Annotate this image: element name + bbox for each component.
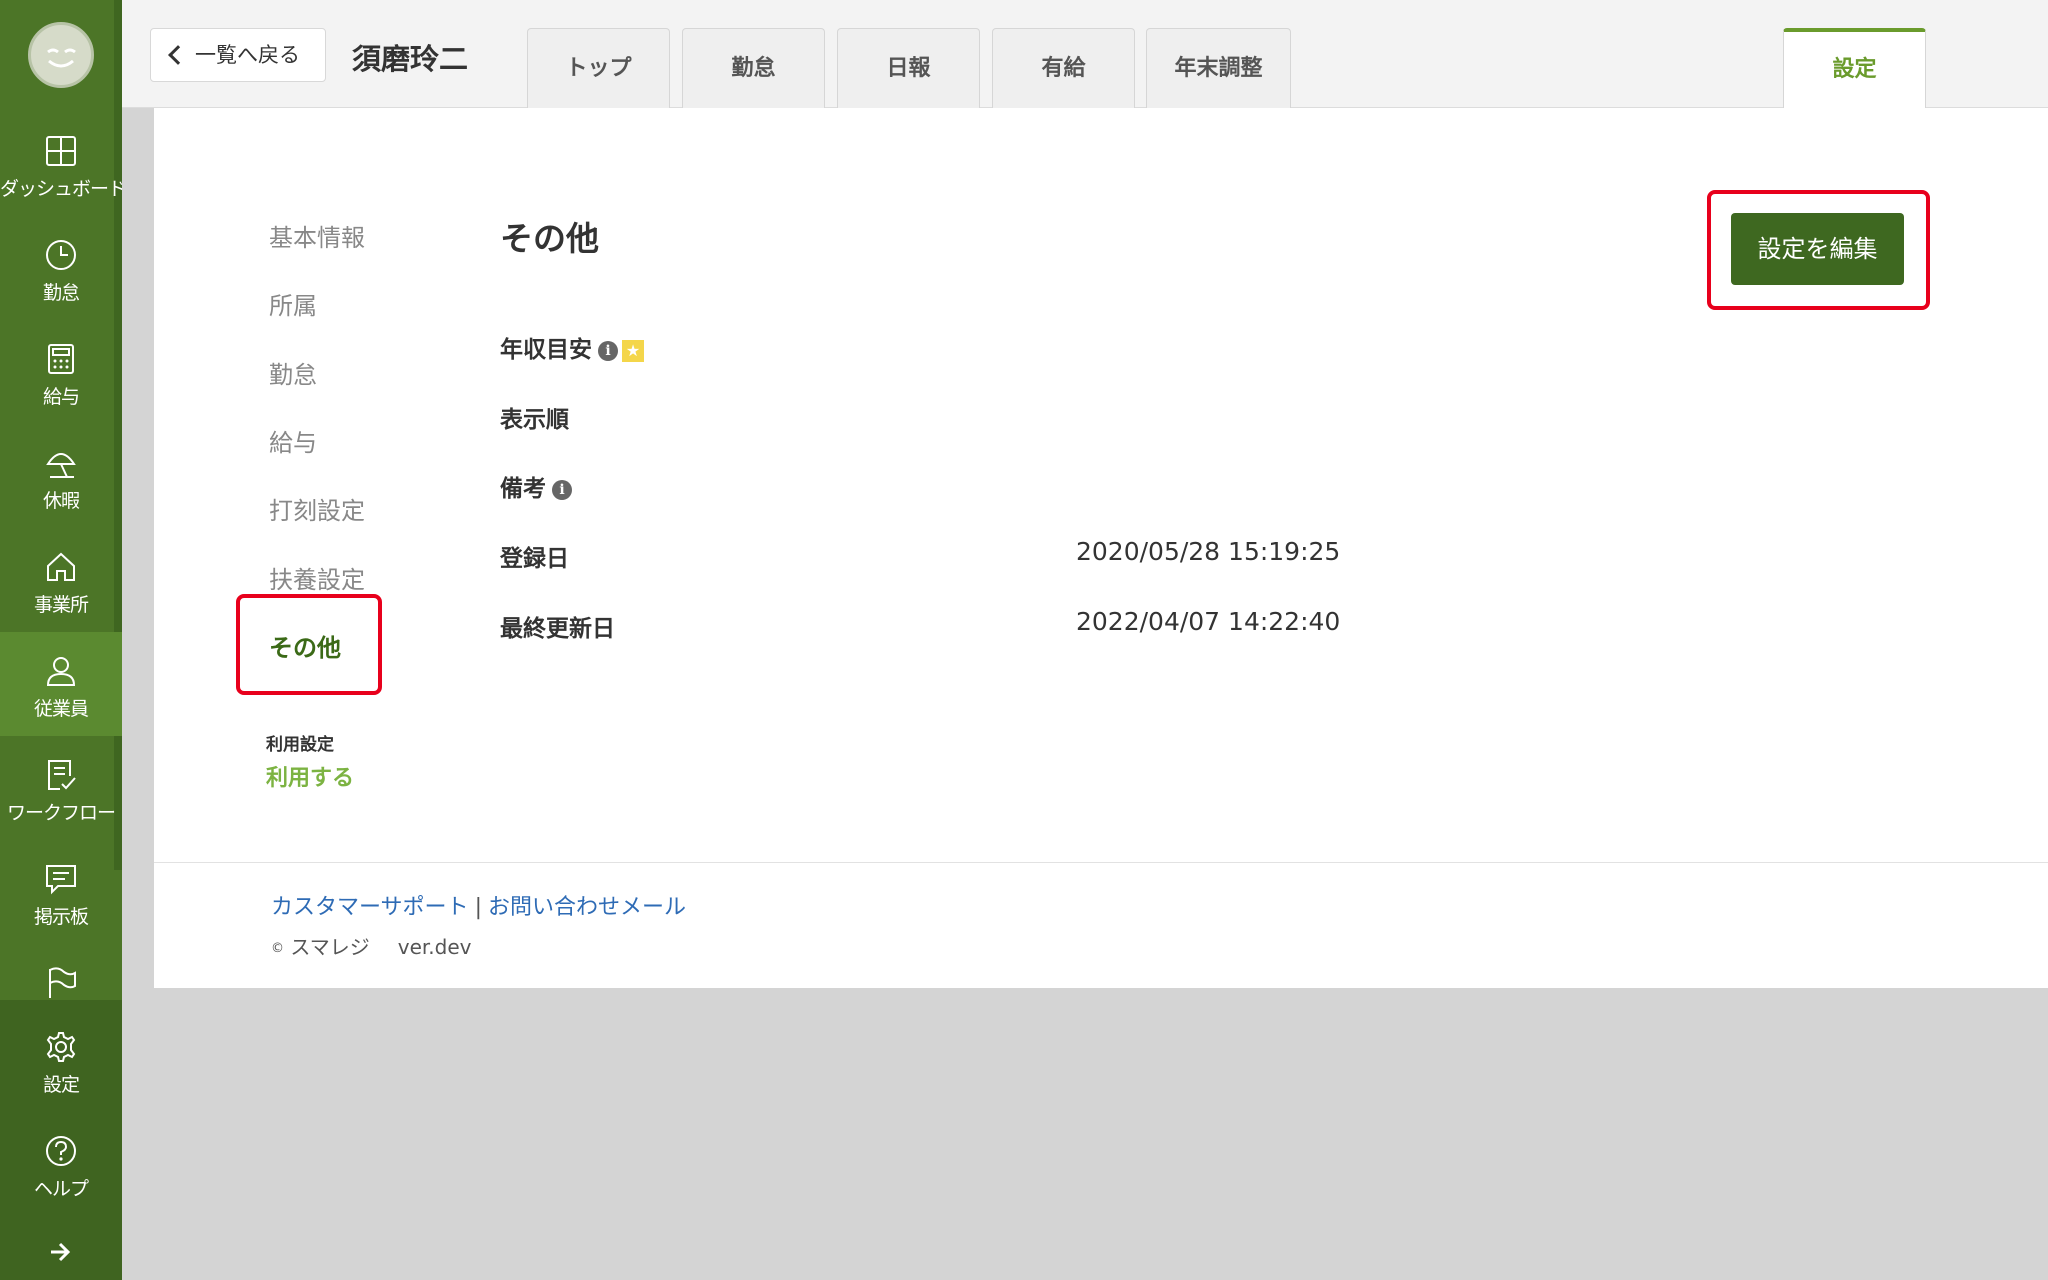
- arrow-right-icon: [51, 1242, 71, 1262]
- home-icon: [47, 552, 75, 581]
- person-icon: [46, 657, 76, 686]
- sidebar-item-label: ダッシュボード: [0, 178, 127, 200]
- version-label: ver.dev: [397, 935, 472, 959]
- sidebar: ダッシュボード 勤怠 給与 休暇 事業所 従業員 ワークフロー 掲示板 設定 ヘ…: [0, 0, 127, 1280]
- sidebar-item-employees[interactable]: 従業員: [0, 632, 122, 736]
- sidebar-item-label: ヘルプ: [33, 1178, 89, 1200]
- copyright: © スマレジ ver.dev: [271, 931, 472, 960]
- subnav-item-attendance[interactable]: 勤怠: [269, 355, 317, 390]
- subnav-item-stamp-settings[interactable]: 打刻設定: [269, 491, 365, 526]
- highlight-box-subnav: [236, 594, 382, 695]
- tab-label: 有給: [1041, 56, 1086, 81]
- subnav-item-payroll[interactable]: 給与: [269, 423, 317, 458]
- sidebar-item-label: 事業所: [33, 594, 89, 616]
- footer-divider: [154, 862, 2048, 863]
- tab-settings[interactable]: 設定: [1783, 28, 1926, 108]
- contact-email-link[interactable]: お問い合わせメール: [488, 895, 686, 920]
- sidebar-expand-button[interactable]: [0, 1226, 122, 1276]
- sidebar-item-label: 勤怠: [42, 282, 80, 304]
- subnav-item-basic-info[interactable]: 基本情報: [269, 218, 365, 253]
- field-label-text: 表示順: [500, 407, 569, 433]
- umbrella-icon: [46, 453, 76, 478]
- copyright-symbol: ©: [271, 941, 284, 956]
- field-label-registered-date: 登録日: [500, 539, 569, 573]
- usage-setting-value: 利用する: [266, 766, 355, 791]
- help-icon: [46, 1136, 76, 1166]
- sidebar-item-bulletin[interactable]: 掲示板: [0, 840, 122, 944]
- sidebar-item-flag[interactable]: [0, 944, 122, 1000]
- tab-label: 年末調整: [1174, 56, 1263, 81]
- sidebar-item-settings[interactable]: 設定: [0, 1008, 122, 1112]
- tab-top[interactable]: トップ: [527, 28, 670, 108]
- footer-link-separator: |: [474, 895, 482, 920]
- gray-strip: [122, 108, 154, 988]
- company-name: スマレジ: [290, 935, 370, 959]
- sidebar-item-leave[interactable]: 休暇: [0, 424, 122, 528]
- highlight-box-edit: [1707, 190, 1930, 310]
- field-label-remarks: 備考 i: [500, 469, 572, 503]
- message-icon: [46, 865, 76, 895]
- field-value-last-updated: 2022/04/07 14:22:40: [1076, 607, 1341, 636]
- field-label-text: 年収目安: [500, 337, 592, 363]
- footer-links: カスタマーサポート | お問い合わせメール: [271, 889, 686, 921]
- usage-setting-label: 利用設定: [266, 735, 334, 755]
- info-icon[interactable]: i: [598, 340, 618, 361]
- star-icon: ★: [622, 339, 644, 362]
- clock-icon: [46, 240, 76, 270]
- tab-year-end-adjustment[interactable]: 年末調整: [1146, 28, 1291, 108]
- calculator-icon: [48, 344, 74, 374]
- tab-attendance[interactable]: 勤怠: [682, 28, 825, 108]
- tab-label: 勤怠: [731, 56, 776, 81]
- sidebar-item-label: 従業員: [33, 698, 89, 720]
- sidebar-item-payroll[interactable]: 給与: [0, 320, 122, 424]
- chevron-left-icon: [168, 45, 188, 65]
- field-label-annual-income: 年収目安 i ★: [500, 330, 644, 364]
- info-icon[interactable]: i: [552, 479, 572, 500]
- sidebar-item-label: 掲示板: [33, 906, 89, 928]
- back-button-label: 一覧へ戻る: [195, 43, 300, 67]
- field-label-text: 登録日: [500, 546, 569, 572]
- sidebar-item-label: ワークフロー: [6, 802, 116, 824]
- avatar[interactable]: [28, 22, 94, 88]
- tab-label: トップ: [565, 56, 632, 81]
- back-to-list-button[interactable]: 一覧へ戻る: [150, 28, 326, 82]
- customer-support-link[interactable]: カスタマーサポート: [271, 895, 469, 920]
- tab-paid-leave[interactable]: 有給: [992, 28, 1135, 108]
- flag-icon: [49, 967, 76, 998]
- subnav-item-affiliation[interactable]: 所属: [269, 286, 317, 321]
- field-label-text: 備考: [500, 476, 546, 502]
- sidebar-item-label: 休暇: [42, 490, 80, 512]
- checklist-icon: [48, 760, 76, 790]
- avatar-face-icon: [47, 48, 76, 68]
- employee-name: 須磨玲二: [352, 42, 469, 76]
- field-label-last-updated: 最終更新日: [500, 609, 615, 643]
- sidebar-item-help[interactable]: ヘルプ: [0, 1112, 122, 1216]
- field-label-text: 最終更新日: [500, 616, 615, 642]
- sidebar-item-label: 設定: [42, 1074, 80, 1096]
- tab-label: 日報: [886, 56, 931, 81]
- tab-label: 設定: [1832, 57, 1877, 82]
- gear-icon: [46, 1032, 76, 1062]
- tab-daily-report[interactable]: 日報: [837, 28, 980, 108]
- sidebar-item-dashboard[interactable]: ダッシュボード: [0, 112, 127, 216]
- sidebar-item-attendance[interactable]: 勤怠: [0, 216, 122, 320]
- sidebar-item-office[interactable]: 事業所: [0, 528, 122, 632]
- sidebar-item-workflow[interactable]: ワークフロー: [0, 736, 122, 840]
- field-value-registered-date: 2020/05/28 15:19:25: [1076, 537, 1341, 566]
- dashboard-icon: [46, 136, 76, 166]
- sidebar-item-label: 給与: [42, 386, 80, 408]
- field-label-display-order: 表示順: [500, 400, 569, 434]
- subnav-item-dependent-settings[interactable]: 扶養設定: [269, 560, 365, 595]
- section-title: その他: [500, 219, 599, 258]
